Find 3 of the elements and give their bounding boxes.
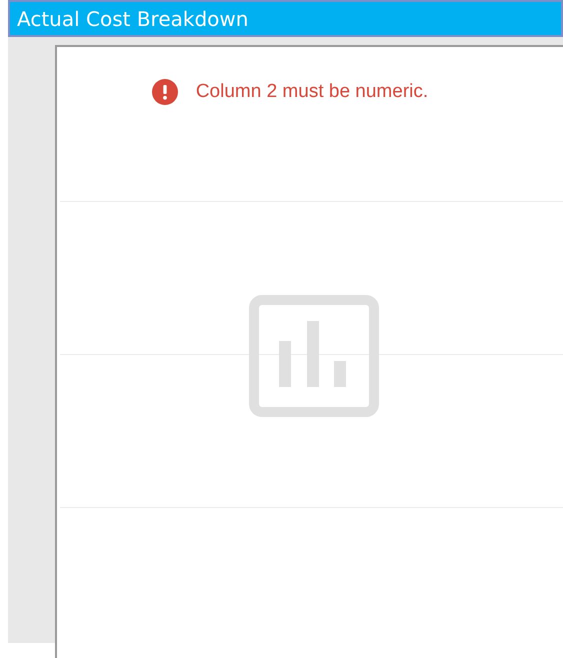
error-icon	[152, 78, 178, 104]
error-message: Column 2 must be numeric.	[196, 80, 428, 102]
window-title: Actual Cost Breakdown	[17, 6, 248, 30]
